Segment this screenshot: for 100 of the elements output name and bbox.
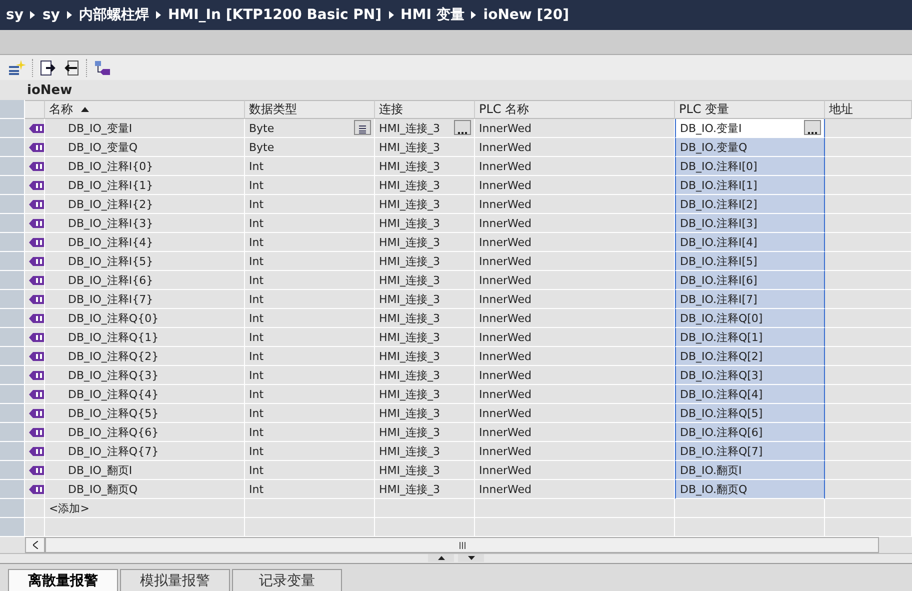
table-cell[interactable]: DB_IO.注释I[1] xyxy=(675,176,825,195)
column-header[interactable]: PLC 变量 xyxy=(675,100,825,119)
splitter-up-button[interactable] xyxy=(428,554,454,562)
table-cell[interactable]: DB_IO.注释I[2] xyxy=(675,195,825,214)
column-header[interactable]: PLC 名称 xyxy=(475,100,675,119)
row-selector[interactable] xyxy=(0,366,25,385)
table-cell: Int xyxy=(245,157,375,176)
row-selector[interactable] xyxy=(0,195,25,214)
table-cell[interactable]: DB_IO.注释I[0] xyxy=(675,157,825,176)
row-selector[interactable] xyxy=(0,309,25,328)
row-selector[interactable] xyxy=(0,499,25,518)
table-cell[interactable]: DB_IO.注释I[6] xyxy=(675,271,825,290)
column-header[interactable]: 名称 xyxy=(45,100,245,119)
caret-icon xyxy=(388,11,394,19)
row-selector[interactable] xyxy=(0,100,25,119)
table-cell[interactable]: DB_IO.注释Q[2] xyxy=(675,347,825,366)
table-cell: DB_IO_注释I{3} xyxy=(45,214,245,233)
table-cell[interactable]: DB_IO.注释Q[3] xyxy=(675,366,825,385)
tab[interactable]: 记录变量 xyxy=(232,569,342,591)
table-cell: DB_IO_注释I{4} xyxy=(45,233,245,252)
caret-icon xyxy=(30,11,36,19)
breadcrumb-item[interactable]: sy xyxy=(6,7,24,23)
browse-button[interactable] xyxy=(454,120,471,135)
column-header[interactable]: 地址 xyxy=(825,100,912,119)
table-cell: HMI_连接_3 xyxy=(375,214,475,233)
row-selector[interactable] xyxy=(0,271,25,290)
row-selector[interactable] xyxy=(0,157,25,176)
breadcrumb-item[interactable]: ioNew [20] xyxy=(483,7,569,23)
table-cell[interactable]: DB_IO.注释Q[0] xyxy=(675,309,825,328)
table-cell[interactable]: DB_IO.注释I[3] xyxy=(675,214,825,233)
add-row[interactable]: <添加> xyxy=(45,499,245,518)
row-selector[interactable] xyxy=(0,423,25,442)
row-selector[interactable] xyxy=(0,404,25,423)
table-cell: InnerWed xyxy=(475,328,675,347)
import-icon[interactable] xyxy=(63,60,80,76)
table-cell: HMI_连接_3 xyxy=(375,328,475,347)
table-cell: HMI_连接_3 xyxy=(375,176,475,195)
table-cell[interactable]: DB_IO.注释Q[5] xyxy=(675,404,825,423)
list-button[interactable] xyxy=(354,120,371,135)
table-cell: Int xyxy=(245,176,375,195)
table-cell: Int xyxy=(245,366,375,385)
tag-link-icon[interactable] xyxy=(94,60,111,76)
table-cell[interactable]: DB_IO.注释I[5] xyxy=(675,252,825,271)
browse-button[interactable] xyxy=(804,120,821,135)
tab[interactable]: 离散量报警 xyxy=(8,569,118,591)
table-cell[interactable]: DB_IO.变量I xyxy=(675,119,825,138)
row-selector[interactable] xyxy=(0,347,25,366)
tab[interactable]: 模拟量报警 xyxy=(120,569,230,591)
triangle-up-icon xyxy=(438,556,444,560)
table-cell: DB_IO_变量Q xyxy=(45,138,245,157)
row-selector[interactable] xyxy=(0,176,25,195)
table-cell: HMI_连接_3 xyxy=(375,252,475,271)
breadcrumb-item[interactable]: HMI 变量 xyxy=(400,6,464,24)
breadcrumb-item[interactable]: HMI_In [KTP1200 Basic PN] xyxy=(168,7,382,23)
table-cell: Int xyxy=(245,385,375,404)
table-cell: HMI_连接_3 xyxy=(375,404,475,423)
table-cell[interactable]: DB_IO.注释I[4] xyxy=(675,233,825,252)
column-header[interactable]: 数据类型 xyxy=(245,100,375,119)
row-selector[interactable] xyxy=(0,328,25,347)
table-cell[interactable]: DB_IO.注释Q[1] xyxy=(675,328,825,347)
table-title: ioNew xyxy=(0,80,912,100)
table-cell[interactable]: DB_IO.注释Q[6] xyxy=(675,423,825,442)
row-selector[interactable] xyxy=(0,385,25,404)
table-cell: HMI_连接_3 xyxy=(375,442,475,461)
table-cell[interactable]: DB_IO.变量Q xyxy=(675,138,825,157)
caret-icon xyxy=(156,11,161,19)
table-cell[interactable]: DB_IO.注释Q[4] xyxy=(675,385,825,404)
table-cell: HMI_连接_3 xyxy=(375,347,475,366)
table-cell[interactable]: DB_IO.翻页Q xyxy=(675,480,825,499)
export-icon[interactable] xyxy=(40,60,57,76)
scroll-left-button[interactable] xyxy=(25,537,45,553)
row-selector[interactable] xyxy=(0,214,25,233)
breadcrumb-item[interactable]: sy xyxy=(42,7,60,23)
table-cell: DB_IO_变量I xyxy=(45,119,245,138)
row-selector[interactable] xyxy=(0,442,25,461)
table-cell: Int xyxy=(245,233,375,252)
table-cell: InnerWed xyxy=(475,252,675,271)
row-selector[interactable] xyxy=(0,233,25,252)
row-selector[interactable] xyxy=(0,461,25,480)
table-cell: Int xyxy=(245,328,375,347)
table-cell: InnerWed xyxy=(475,309,675,328)
add-star-icon[interactable] xyxy=(8,60,26,76)
row-selector[interactable] xyxy=(0,138,25,157)
table-cell: Int xyxy=(245,442,375,461)
table-cell: HMI_连接_3 xyxy=(375,309,475,328)
table-cell[interactable]: DB_IO.注释Q[7] xyxy=(675,442,825,461)
table-cell: Int xyxy=(245,423,375,442)
table-cell: DB_IO_注释Q{6} xyxy=(45,423,245,442)
table-cell: InnerWed xyxy=(475,214,675,233)
breadcrumb-item[interactable]: 内部螺柱焊 xyxy=(78,6,149,24)
column-header[interactable]: 连接 xyxy=(375,100,475,119)
splitter-down-button[interactable] xyxy=(458,554,484,562)
table-cell[interactable]: DB_IO.注释I[7] xyxy=(675,290,825,309)
row-selector[interactable] xyxy=(0,290,25,309)
row-selector[interactable] xyxy=(0,119,25,138)
row-selector[interactable] xyxy=(0,480,25,499)
table-cell: DB_IO_翻页I xyxy=(45,461,245,480)
table-cell: DB_IO_注释Q{3} xyxy=(45,366,245,385)
table-cell[interactable]: DB_IO.翻页I xyxy=(675,461,825,480)
row-selector[interactable] xyxy=(0,252,25,271)
